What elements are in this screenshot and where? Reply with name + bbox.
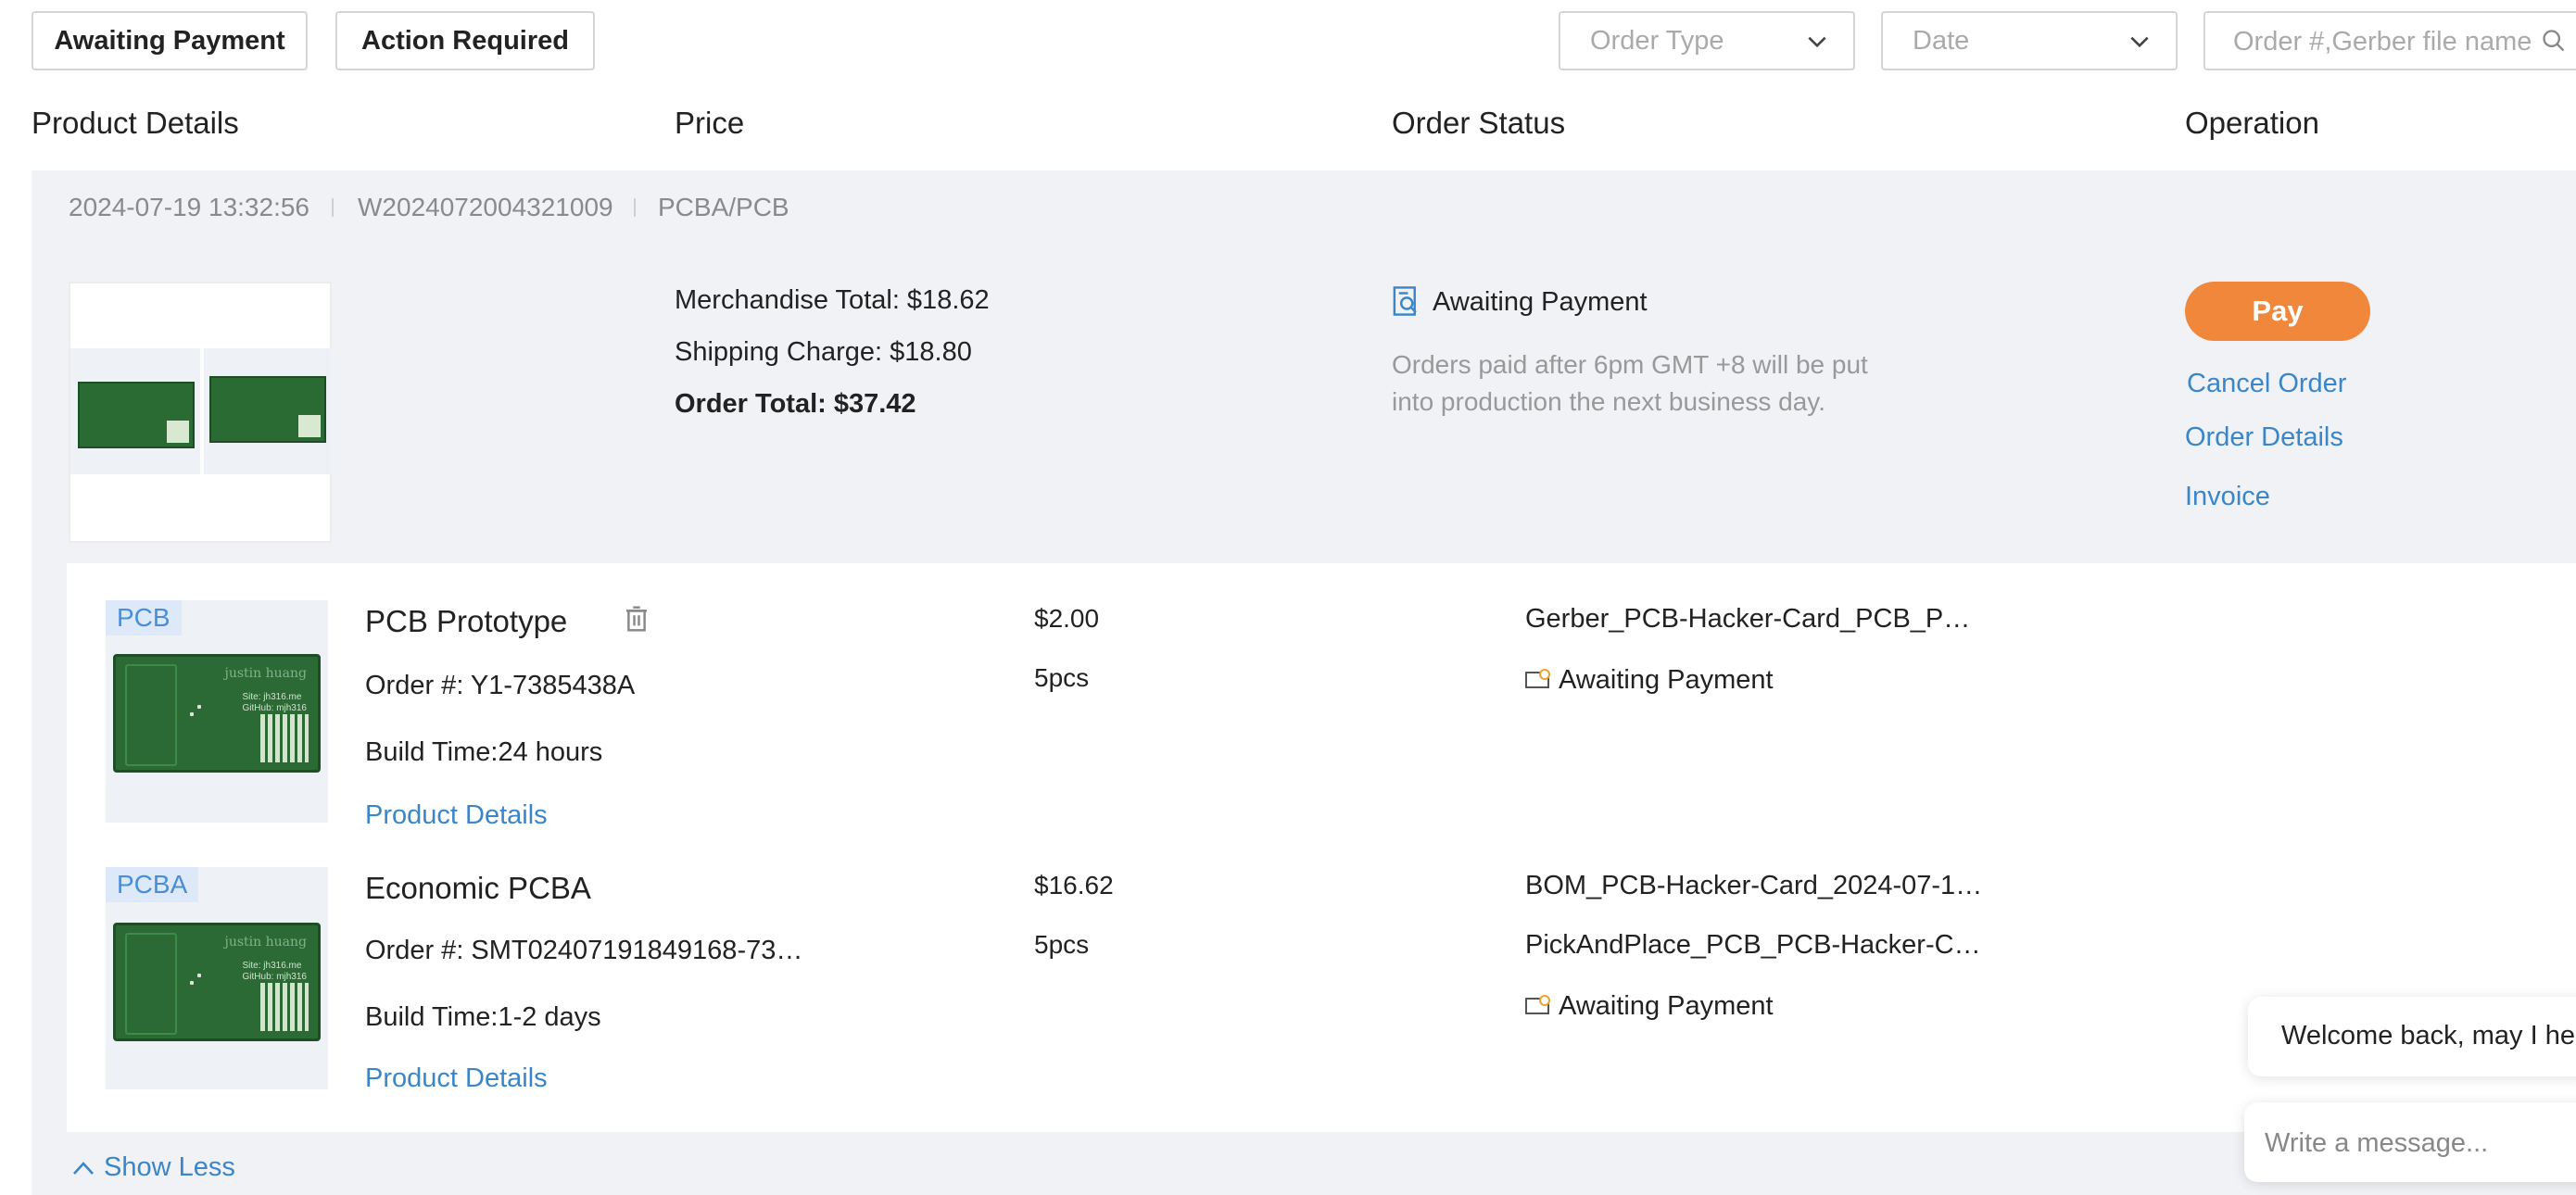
- order-thumbnail[interactable]: [69, 282, 332, 543]
- pay-button[interactable]: Pay: [2185, 282, 2370, 341]
- order-total: Order Total: $37.42: [675, 389, 916, 419]
- trash-icon[interactable]: [623, 604, 650, 634]
- product-list: [67, 563, 2576, 1132]
- pcb-image: justin huang Site: jh316.me GitHub: mjh31…: [113, 923, 321, 1041]
- pick-and-place-file-name: PickAndPlace_PCB_PCB-Hacker-Card_2024-07…: [1525, 930, 1989, 960]
- product-name: PCB Prototype: [365, 604, 568, 638]
- merchandise-total: Merchandise Total: $18.62: [675, 285, 990, 315]
- chat-message-input[interactable]: [2265, 1126, 2576, 1160]
- bom-file-name: BOM_PCB-Hacker-Card_2024-07-18.xlsx: [1525, 871, 1989, 900]
- product-build-time: Build Time:1-2 days: [365, 1002, 601, 1032]
- gerber-file-name: Gerber_PCB-Hacker-Card_PCB_PCB-Hacker-Ca…: [1525, 604, 1989, 634]
- column-header-operation: Operation: [2185, 106, 2319, 140]
- column-header-price: Price: [675, 106, 745, 140]
- shipping-charge: Shipping Charge: $18.80: [675, 337, 972, 367]
- product-details-link[interactable]: Product Details: [365, 1063, 548, 1094]
- divider: [634, 198, 636, 217]
- chevron-up-icon: [73, 1161, 94, 1175]
- order-details-link[interactable]: Order Details: [2185, 422, 2343, 453]
- product-status: Awaiting Payment: [1559, 665, 1774, 695]
- product-tag: PCBA: [106, 867, 199, 902]
- product-tag: PCB: [106, 600, 182, 635]
- show-less-toggle[interactable]: Show Less: [72, 1152, 235, 1183]
- chevron-down-icon: [1808, 36, 1826, 48]
- order-search-input[interactable]: [2233, 26, 2548, 57]
- order-status: Awaiting Payment: [1433, 287, 1648, 317]
- column-header-order-status: Order Status: [1392, 106, 1566, 140]
- show-less-label: Show Less: [104, 1152, 235, 1182]
- date-select[interactable]: Date: [1881, 11, 2178, 70]
- product-details-link[interactable]: Product Details: [365, 800, 548, 831]
- date-placeholder: Date: [1913, 25, 1970, 56]
- order-number: W2024072004321009: [358, 193, 613, 221]
- product-thumbnail[interactable]: PCB justin huang Site: jh316.me GitHub: m…: [106, 600, 328, 823]
- document-search-icon: [1393, 286, 1417, 316]
- product-name: Economic PCBA: [365, 871, 591, 905]
- search-icon[interactable]: [2541, 28, 2567, 54]
- product-quantity: 5pcs: [1034, 930, 1090, 959]
- cancel-order-link[interactable]: Cancel Order: [2187, 369, 2346, 399]
- chevron-down-icon: [2130, 36, 2149, 48]
- product-order-number: Order #: Y1-7385438A: [365, 671, 636, 700]
- product-price: $2.00: [1034, 604, 1100, 633]
- payment-note: Orders paid after 6pm GMT +8 will be put…: [1392, 350, 1868, 416]
- chat-welcome-message: Welcome back, may I help you?: [2248, 997, 2576, 1076]
- order-type-select[interactable]: Order Type: [1559, 11, 1855, 70]
- order-type: PCBA/PCB: [658, 193, 789, 221]
- action-required-filter-button[interactable]: Action Required: [335, 11, 595, 70]
- product-build-time: Build Time:24 hours: [365, 737, 603, 767]
- product-price: $16.62: [1034, 871, 1114, 899]
- product-thumbnail[interactable]: PCBA justin huang Site: jh316.me GitHub: …: [106, 867, 328, 1089]
- wallet-icon: [1525, 995, 1550, 1014]
- pcb-image: [78, 382, 195, 448]
- product-status: Awaiting Payment: [1559, 991, 1774, 1021]
- chat-input-box[interactable]: [2244, 1102, 2576, 1182]
- order-search-box[interactable]: [2203, 11, 2576, 70]
- order-date: 2024-07-19 13:32:56: [69, 193, 309, 221]
- column-header-product-details: Product Details: [32, 106, 239, 140]
- divider: [332, 198, 334, 217]
- product-order-number: Order #: SMT02407191849168-7385439A: [365, 936, 810, 965]
- invoice-link[interactable]: Invoice: [2185, 482, 2270, 512]
- pcb-image: [209, 376, 326, 443]
- awaiting-payment-filter-button[interactable]: Awaiting Payment: [32, 11, 308, 70]
- product-quantity: 5pcs: [1034, 663, 1090, 692]
- wallet-icon: [1525, 669, 1550, 688]
- order-type-placeholder: Order Type: [1590, 25, 1724, 56]
- pcb-image: justin huang Site: jh316.me GitHub: mjh31…: [113, 654, 321, 773]
